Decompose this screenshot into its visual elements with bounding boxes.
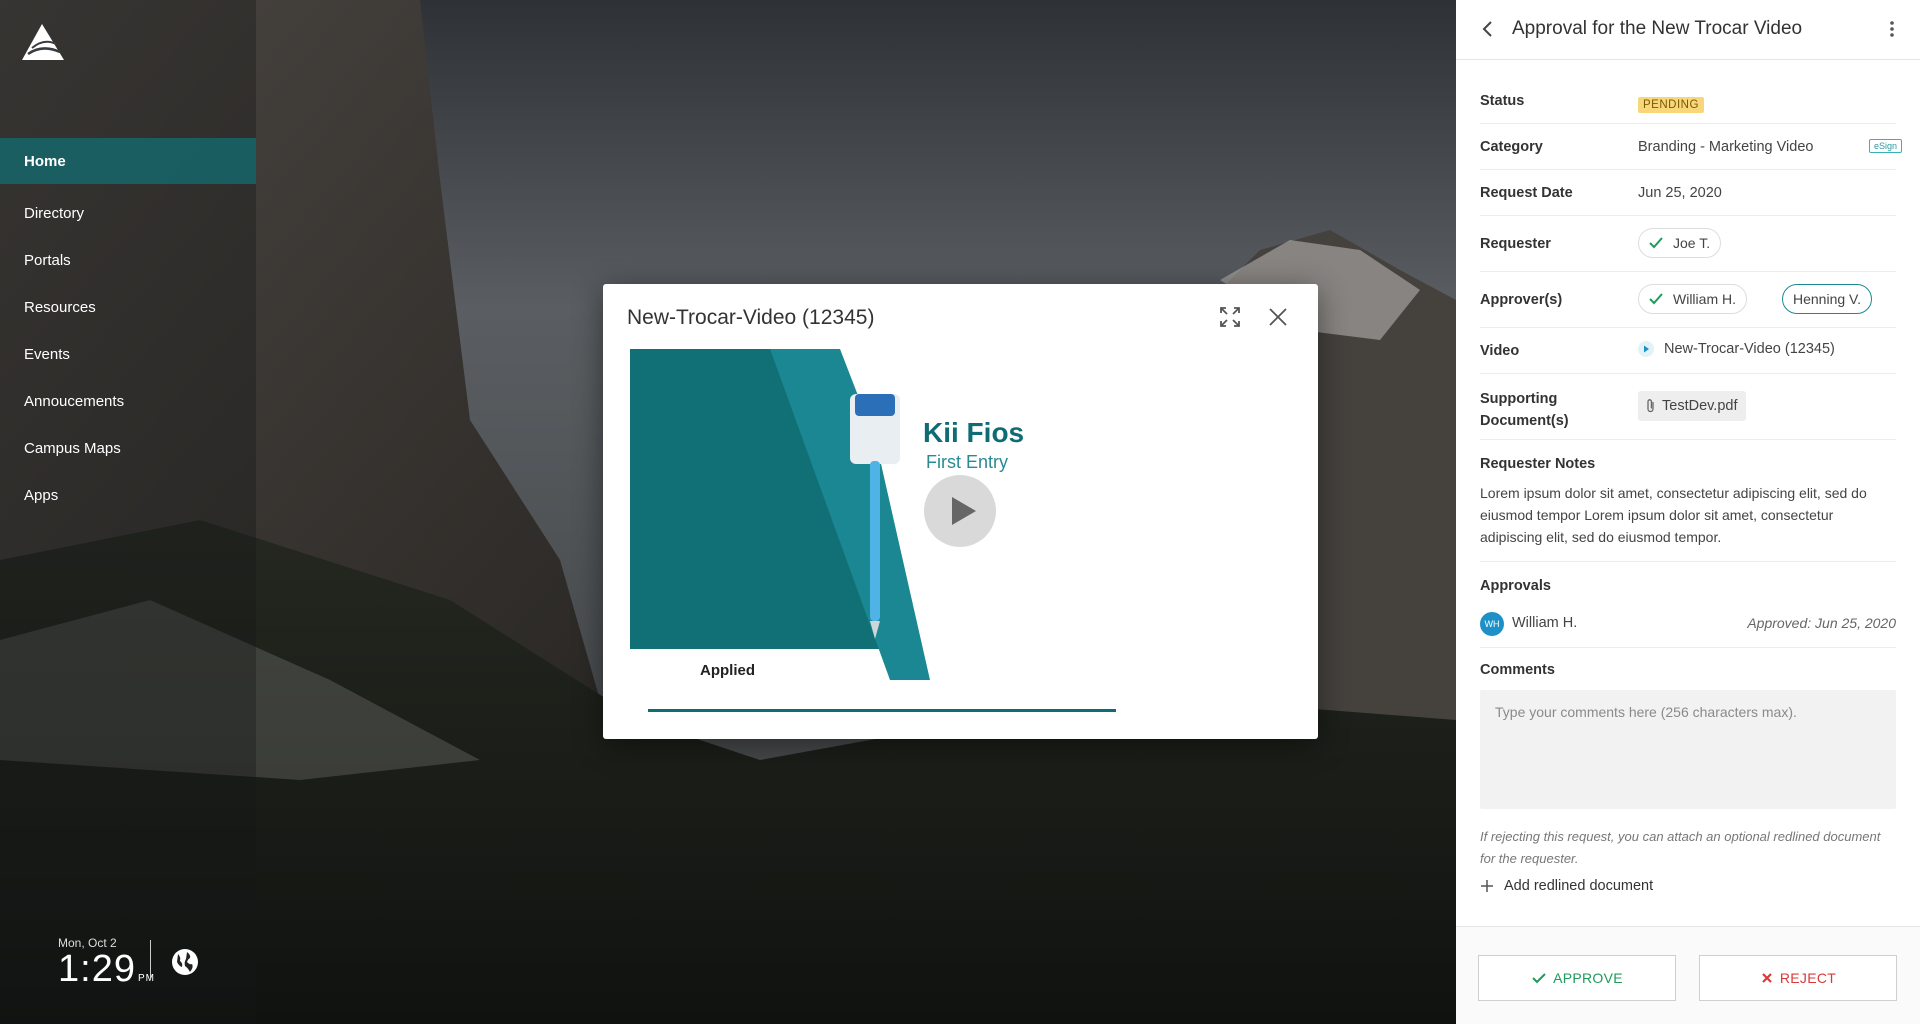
status-label: Status: [1480, 93, 1525, 109]
file-name: TestDev.pdf: [1662, 398, 1738, 414]
approvals-label: Approvals: [1480, 578, 1551, 594]
approve-label: APPROVE: [1553, 970, 1623, 986]
video-player[interactable]: [630, 349, 968, 680]
approvers-label: Approver(s): [1480, 292, 1563, 308]
approver-chip-henning[interactable]: Henning V.: [1782, 284, 1872, 314]
approval-name: William H.: [1512, 615, 1578, 631]
reject-button[interactable]: REJECT: [1699, 955, 1897, 1001]
file-chip[interactable]: TestDev.pdf: [1638, 391, 1746, 421]
sidebar-item-apps[interactable]: Apps: [0, 472, 256, 519]
sidebar-item-announcements[interactable]: Annoucements: [0, 378, 256, 425]
clock-time: 1:29 PM: [58, 950, 155, 998]
notes-label: Requester Notes: [1480, 456, 1596, 472]
field-video: Video New-Trocar-Video (12345): [1480, 328, 1896, 374]
approval-date: Approved: Jun 25, 2020: [1747, 615, 1896, 631]
field-approvers: Approver(s) William H. Henning V.: [1480, 272, 1896, 328]
field-category: Category Branding - Marketing Video eSig…: [1480, 124, 1903, 170]
check-icon: [1649, 237, 1663, 249]
approval-row: WH William H. Approved: Jun 25, 2020: [1480, 612, 1896, 638]
request-date-value: Jun 25, 2020: [1638, 185, 1722, 201]
field-status: Status PENDING: [1480, 78, 1896, 124]
reject-label: REJECT: [1779, 970, 1837, 986]
requester-label: Requester: [1480, 236, 1551, 252]
plus-icon: [1481, 880, 1493, 892]
approve-button[interactable]: APPROVE: [1478, 955, 1676, 1001]
field-supporting-docs: Supporting Document(s) TestDev.pdf: [1480, 374, 1896, 440]
reject-hint: If rejecting this request, you can attac…: [1480, 829, 1881, 866]
video-link-text: New-Trocar-Video (12345): [1664, 341, 1835, 357]
expand-icon[interactable]: [1219, 306, 1241, 328]
category-value: Branding - Marketing Video: [1638, 139, 1814, 155]
field-requester-notes: Requester Notes Lorem ipsum dolor sit am…: [1480, 440, 1896, 562]
clock: Mon, Oct 2 1:29 PM: [58, 936, 155, 998]
panel-footer: APPROVE REJECT: [1456, 926, 1920, 1024]
approval-panel: Approval for the New Trocar Video Status…: [1456, 0, 1920, 1024]
category-label: Category: [1480, 139, 1543, 155]
comments-input[interactable]: [1480, 690, 1896, 809]
more-options-icon[interactable]: [1882, 18, 1902, 40]
sidebar-item-home[interactable]: Home: [0, 138, 256, 184]
video-product-subtitle: First Entry: [926, 452, 1009, 472]
close-icon[interactable]: [1267, 306, 1289, 328]
play-icon: [952, 497, 976, 525]
globe-icon[interactable]: [171, 948, 199, 976]
video-modal: New-Trocar-Video (12345) Kii Fios First …: [603, 284, 1318, 739]
field-request-date: Request Date Jun 25, 2020: [1480, 170, 1896, 216]
supporting-docs-label: Supporting Document(s): [1480, 391, 1569, 429]
modal-title: New-Trocar-Video (12345): [627, 306, 875, 329]
sidebar-item-campus-maps[interactable]: Campus Maps: [0, 425, 256, 472]
paperclip-icon: [1647, 399, 1654, 413]
sidebar-item-portals[interactable]: Portals: [0, 237, 256, 284]
play-circle-icon: [1638, 341, 1654, 357]
clock-divider: [150, 940, 151, 980]
request-date-label: Request Date: [1480, 185, 1573, 201]
check-icon: [1649, 293, 1663, 305]
video-progress-bar[interactable]: [648, 709, 1116, 712]
panel-header: Approval for the New Trocar Video: [1456, 0, 1920, 60]
requester-name: Joe T.: [1673, 235, 1711, 251]
video-link[interactable]: New-Trocar-Video (12345): [1638, 341, 1835, 357]
x-icon: [1762, 973, 1772, 983]
esign-tag: eSign: [1869, 139, 1903, 153]
video-thumbnail: [630, 349, 968, 680]
play-button[interactable]: [924, 475, 996, 547]
approver-name: Henning V.: [1793, 291, 1861, 307]
logo-icon[interactable]: [22, 24, 64, 60]
approver-name: William H.: [1673, 291, 1736, 307]
requester-chip[interactable]: Joe T.: [1638, 228, 1722, 258]
add-doc-label: Add redlined document: [1504, 878, 1654, 894]
sidebar-item-resources[interactable]: Resources: [0, 284, 256, 331]
sidebar: Home Directory Portals Resources Events …: [0, 0, 256, 1024]
sidebar-item-directory[interactable]: Directory: [0, 190, 256, 237]
add-redlined-document-button[interactable]: Add redlined document: [1480, 878, 1653, 894]
notes-text: Lorem ipsum dolor sit amet, consectetur …: [1480, 485, 1867, 545]
avatar: WH: [1480, 612, 1504, 636]
field-requester: Requester Joe T.: [1480, 216, 1896, 272]
status-badge: PENDING: [1638, 97, 1704, 113]
video-brand-text: Applied: [700, 662, 755, 679]
comments-label: Comments: [1480, 662, 1555, 678]
field-approvals: Approvals WH William H. Approved: Jun 25…: [1480, 562, 1896, 648]
sidebar-item-events[interactable]: Events: [0, 331, 256, 378]
back-arrow-icon[interactable]: [1478, 19, 1498, 39]
clock-ampm: PM: [137, 973, 155, 984]
sidebar-nav: Home Directory Portals Resources Events …: [0, 138, 256, 519]
video-product-name: Kii Fios: [923, 417, 1025, 448]
check-icon: [1532, 973, 1546, 984]
approver-chip-william[interactable]: William H.: [1638, 284, 1747, 314]
clock-time-value: 1:29: [58, 948, 136, 990]
video-label: Video: [1480, 343, 1520, 359]
panel-title: Approval for the New Trocar Video: [1512, 18, 1803, 39]
